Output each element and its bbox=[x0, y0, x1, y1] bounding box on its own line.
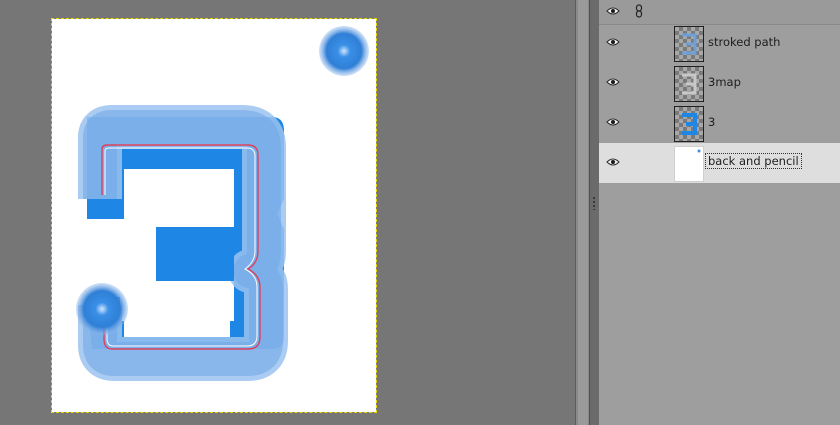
layer-row-3[interactable]: 3 bbox=[599, 103, 840, 143]
image-canvas[interactable] bbox=[51, 18, 377, 413]
layer-row-back-and-pencil[interactable]: back and pencil bbox=[599, 143, 840, 183]
white-layer-thumb bbox=[697, 149, 701, 153]
vertical-scrollbar[interactable] bbox=[575, 0, 590, 425]
layer-thumbnail[interactable] bbox=[674, 106, 704, 142]
layer-thumbnail[interactable] bbox=[674, 66, 704, 102]
eye-icon[interactable] bbox=[606, 117, 620, 127]
digit-3-outline-thumb bbox=[682, 33, 697, 55]
layers-header bbox=[599, 0, 840, 25]
canvas-artwork bbox=[52, 26, 369, 381]
layer-thumbnail[interactable] bbox=[674, 26, 704, 62]
layer-name[interactable]: 3 bbox=[708, 115, 715, 129]
brush-dot-bottom bbox=[76, 283, 128, 335]
layer-thumbnail[interactable] bbox=[674, 146, 704, 182]
eye-icon[interactable] bbox=[606, 37, 620, 47]
digit-3-blue-thumb bbox=[682, 113, 697, 135]
scrollbar-thumb[interactable] bbox=[578, 0, 588, 425]
digit-3-gray-thumb bbox=[682, 73, 697, 95]
eye-icon[interactable] bbox=[606, 157, 620, 167]
layer-row-3map[interactable]: 3map bbox=[599, 63, 840, 103]
layer-name[interactable]: stroked path bbox=[708, 35, 780, 49]
layers-panel: stroked path 3map 3 back and pencil bbox=[599, 0, 840, 425]
eye-icon[interactable] bbox=[606, 6, 620, 16]
brush-dot-top bbox=[319, 26, 369, 76]
layer-name[interactable]: back and pencil bbox=[705, 153, 802, 169]
layer-row-stroked-path[interactable]: stroked path bbox=[599, 23, 840, 63]
eye-icon[interactable] bbox=[606, 77, 620, 87]
divider-grip-icon[interactable] bbox=[593, 196, 595, 210]
image-workspace bbox=[0, 0, 575, 425]
chain-link-icon[interactable] bbox=[635, 4, 643, 18]
layer-name[interactable]: 3map bbox=[708, 75, 741, 89]
